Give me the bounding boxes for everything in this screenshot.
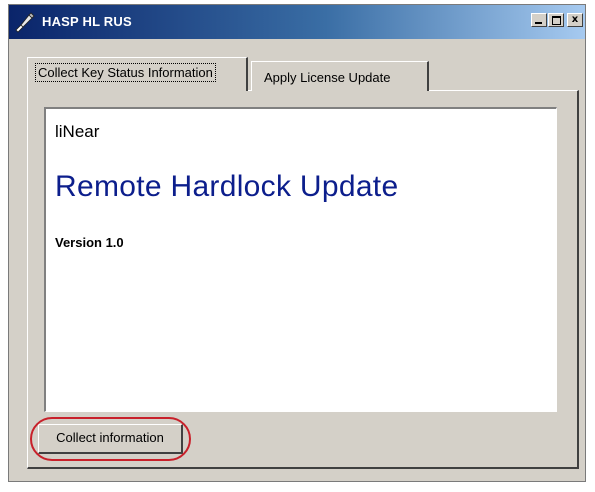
tab-label: Apply License Update <box>264 70 391 85</box>
collect-information-button[interactable]: Collect information <box>38 424 183 454</box>
tab-label: Collect Key Status Information <box>35 63 216 82</box>
maximize-icon <box>552 16 561 25</box>
tab-apply-license-update[interactable]: Apply License Update <box>251 61 429 91</box>
window-title: HASP HL RUS <box>42 14 132 29</box>
vendor-name: liNear <box>55 122 100 141</box>
maximize-button[interactable] <box>548 13 564 27</box>
tab-collect-key-status[interactable]: Collect Key Status Information <box>27 57 248 91</box>
minimize-icon <box>535 22 542 24</box>
version-label: Version 1.0 <box>55 235 124 250</box>
title-bar[interactable]: HASP HL RUS x <box>9 5 585 39</box>
minimize-button[interactable] <box>531 13 547 27</box>
app-pen-icon <box>15 12 35 33</box>
close-icon: x <box>571 14 579 25</box>
close-button[interactable]: x <box>567 13 583 27</box>
product-title: Remote Hardlock Update <box>55 170 399 203</box>
info-display: liNear Remote Hardlock Update Version 1.… <box>44 107 557 412</box>
